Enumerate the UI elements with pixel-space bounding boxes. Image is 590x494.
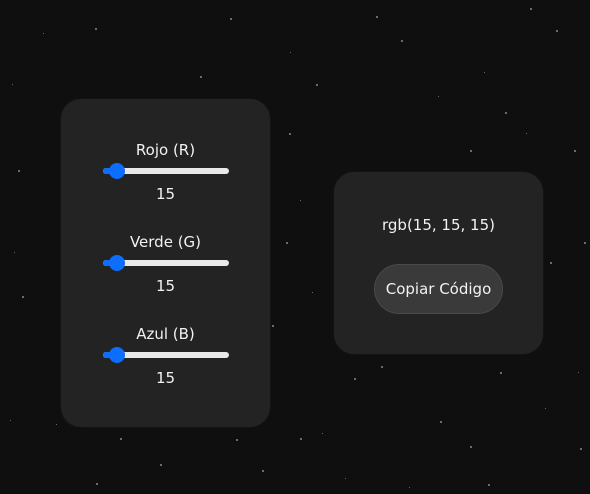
blue-slider-label: Azul (B)	[136, 325, 195, 343]
star-dot	[262, 470, 264, 472]
star-dot	[500, 372, 502, 374]
green-channel-group: Verde (G) 15	[61, 233, 270, 295]
star-dot	[316, 84, 318, 86]
green-slider[interactable]	[102, 255, 229, 271]
star-dot	[545, 408, 546, 409]
star-dot	[10, 420, 11, 421]
red-slider-label: Rojo (R)	[135, 141, 196, 159]
green-slider-label: Verde (G)	[129, 233, 202, 251]
green-slider-thumb[interactable]	[108, 255, 125, 271]
star-dot	[120, 438, 122, 440]
star-dot	[578, 372, 579, 373]
star-dot	[574, 150, 576, 152]
star-dot	[14, 252, 15, 253]
star-dot	[56, 424, 57, 425]
blue-slider-thumb[interactable]	[108, 347, 125, 363]
red-slider-thumb[interactable]	[108, 163, 125, 179]
green-value: 15	[155, 277, 176, 295]
star-dot	[289, 133, 291, 135]
star-dot	[43, 33, 44, 34]
star-dot	[354, 378, 356, 380]
star-dot	[409, 487, 410, 488]
star-dot	[470, 150, 472, 152]
star-dot	[556, 30, 558, 32]
star-dot	[300, 200, 301, 201]
star-dot	[376, 16, 378, 18]
color-controls-panel: Rojo (R) 15 Verde (G) 15 Azul (B) 15	[61, 99, 270, 427]
star-dot	[160, 464, 162, 466]
star-dot	[322, 433, 323, 434]
star-dot	[230, 18, 232, 20]
star-dot	[584, 242, 586, 244]
star-dot	[22, 296, 24, 298]
star-dot	[200, 76, 202, 78]
star-dot	[470, 446, 472, 448]
star-dot	[530, 8, 532, 10]
rgb-code-text: rgb(15, 15, 15)	[382, 216, 495, 234]
blue-value: 15	[155, 369, 176, 387]
star-dot	[18, 170, 20, 172]
color-output-panel: rgb(15, 15, 15) Copiar Código	[334, 172, 543, 354]
star-dot	[440, 421, 442, 423]
red-channel-group: Rojo (R) 15	[61, 141, 270, 203]
star-dot	[438, 96, 439, 97]
star-dot	[300, 438, 302, 440]
star-dot	[95, 28, 97, 30]
star-dot	[345, 478, 346, 479]
star-dot	[290, 52, 291, 53]
star-dot	[550, 262, 552, 264]
blue-slider[interactable]	[102, 347, 229, 363]
star-dot	[488, 484, 490, 486]
copy-code-button[interactable]: Copiar Código	[374, 264, 503, 314]
star-dot	[580, 448, 582, 450]
star-dot	[286, 242, 288, 244]
star-dot	[484, 72, 485, 73]
page-background: Rojo (R) 15 Verde (G) 15 Azul (B) 15 rgb…	[0, 0, 590, 494]
star-dot	[236, 439, 238, 441]
star-dot	[381, 366, 383, 368]
red-value: 15	[155, 185, 176, 203]
star-dot	[526, 133, 527, 134]
star-dot	[312, 292, 313, 293]
star-dot	[505, 112, 507, 114]
star-dot	[96, 483, 98, 485]
blue-channel-group: Azul (B) 15	[61, 325, 270, 387]
red-slider[interactable]	[102, 163, 229, 179]
star-dot	[12, 84, 13, 85]
star-dot	[272, 325, 274, 327]
star-dot	[401, 40, 403, 42]
